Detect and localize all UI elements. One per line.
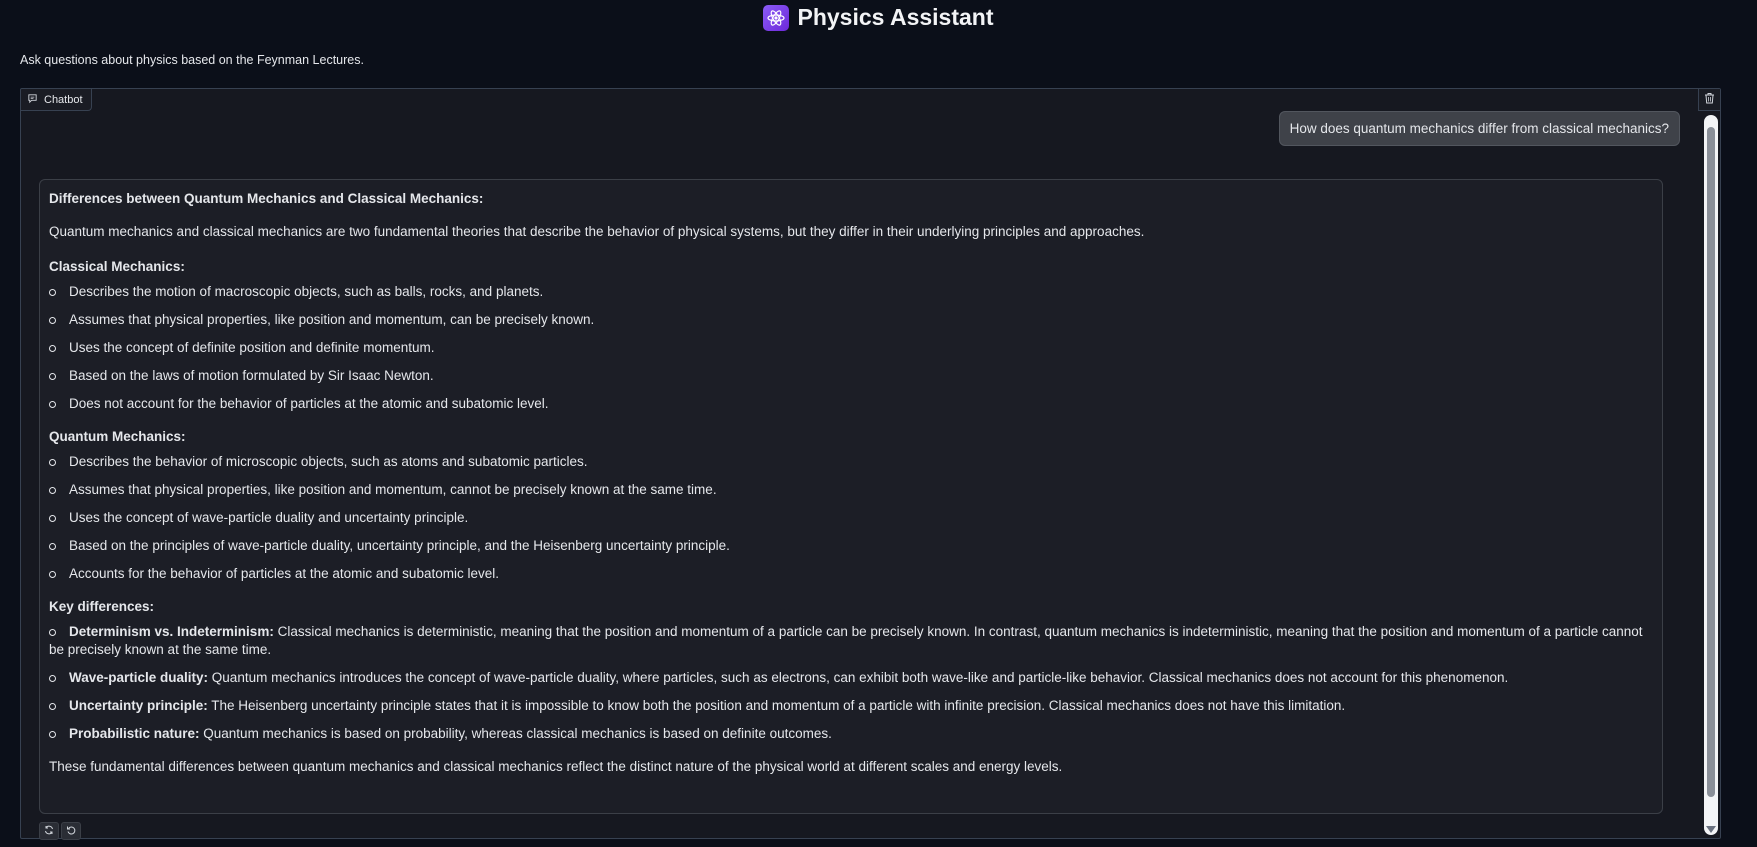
quantum-heading: Quantum Mechanics: <box>49 429 186 444</box>
trash-icon <box>1704 91 1715 109</box>
quantum-list: Describes the behavior of microscopic ob… <box>49 453 1653 583</box>
list-item: Uses the concept of wave-particle dualit… <box>49 509 1653 527</box>
chatbot-panel: Chatbot How does quantum mechanics diffe… <box>20 88 1721 840</box>
list-item: Based on the principles of wave-particle… <box>49 537 1653 555</box>
list-item: Uses the concept of definite position an… <box>49 339 1653 357</box>
classical-list: Describes the motion of macroscopic obje… <box>49 283 1653 413</box>
key-list: Determinism vs. Indeterminism: Classical… <box>49 623 1653 743</box>
chatbot-label-text: Chatbot <box>44 93 83 106</box>
list-item: Wave-particle duality: Quantum mechanics… <box>49 669 1653 687</box>
scroll-down-arrow[interactable] <box>1706 826 1716 833</box>
chatbot-label: Chatbot <box>21 89 92 111</box>
list-item: Assumes that physical properties, like p… <box>49 311 1653 329</box>
refresh-icon <box>44 822 54 840</box>
list-item: Uncertainty principle: The Heisenberg un… <box>49 697 1653 715</box>
list-item: Probabilistic nature: Quantum mechanics … <box>49 725 1653 743</box>
response-heading: Differences between Quantum Mechanics an… <box>49 191 484 206</box>
scroll-thumb[interactable] <box>1707 127 1715 797</box>
page-subtitle: Ask questions about physics based on the… <box>20 53 364 67</box>
list-item: Describes the motion of macroscopic obje… <box>49 283 1653 301</box>
list-item: Determinism vs. Indeterminism: Classical… <box>49 624 1643 657</box>
message-actions <box>39 822 81 840</box>
undo-icon <box>66 822 76 840</box>
atom-icon <box>763 4 790 31</box>
undo-button[interactable] <box>61 822 81 840</box>
response-conclusion: These fundamental differences between qu… <box>49 759 1063 774</box>
app-root: Physics Assistant Ask questions about ph… <box>0 0 1757 847</box>
list-item: Assumes that physical properties, like p… <box>49 481 1653 499</box>
chat-scrollbar[interactable] <box>1704 115 1718 835</box>
key-heading: Key differences: <box>49 599 155 614</box>
user-message: How does quantum mechanics differ from c… <box>1278 111 1680 146</box>
bot-message: Differences between Quantum Mechanics an… <box>39 179 1663 814</box>
app-header: Physics Assistant <box>0 4 1757 31</box>
chat-icon <box>27 93 38 107</box>
list-item: Accounts for the behavior of particles a… <box>49 565 1653 583</box>
clear-chat-button[interactable] <box>1698 89 1720 111</box>
list-item: Does not account for the behavior of par… <box>49 395 1653 413</box>
response-intro: Quantum mechanics and classical mechanic… <box>49 224 1145 239</box>
classical-heading: Classical Mechanics: <box>49 259 185 274</box>
list-item: Based on the laws of motion formulated b… <box>49 367 1653 385</box>
list-item: Describes the behavior of microscopic ob… <box>49 453 1653 471</box>
retry-button[interactable] <box>39 822 59 840</box>
page-title: Physics Assistant <box>797 4 994 30</box>
